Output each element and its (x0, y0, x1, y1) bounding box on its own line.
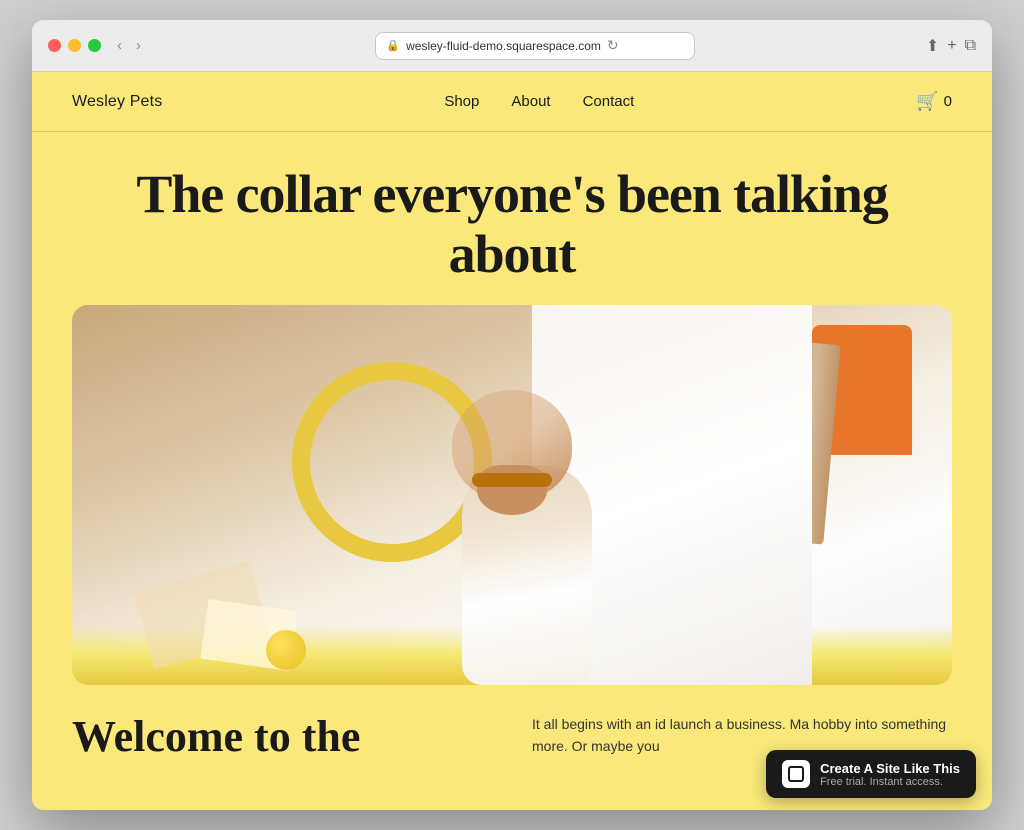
copy-button[interactable]: ⧉ (965, 37, 976, 55)
browser-navigation: ‹ › (113, 35, 145, 56)
browser-chrome: ‹ › 🔒 wesley-fluid-demo.squarespace.com … (32, 20, 992, 72)
forward-button[interactable]: › (132, 35, 145, 56)
share-button[interactable]: ⬆ (926, 36, 939, 56)
minimize-button[interactable] (68, 39, 81, 52)
yellow-ball (266, 630, 306, 670)
nav-links: Shop About Contact (444, 93, 634, 110)
maximize-button[interactable] (88, 39, 101, 52)
dog-figure (442, 385, 612, 685)
cart-count: 0 (944, 93, 952, 110)
brand-name: Wesley Pets (72, 93, 162, 111)
hero-section: The collar everyone's been talking about (32, 132, 992, 305)
reload-icon[interactable]: ↻ (607, 37, 619, 54)
squarespace-main-text: Create A Site Like This (820, 761, 960, 776)
nav-shop[interactable]: Shop (444, 93, 479, 110)
dog-collar (472, 473, 552, 487)
back-button[interactable]: ‹ (113, 35, 126, 56)
squarespace-sub-text: Free trial. Instant access. (820, 776, 960, 788)
cart-area[interactable]: 🛒 0 (916, 91, 952, 112)
hero-image (72, 305, 952, 685)
dog-scene (72, 305, 952, 685)
welcome-title: Welcome to the (72, 713, 492, 790)
nav-about[interactable]: About (511, 93, 550, 110)
website-content: Wesley Pets Shop About Contact 🛒 0 The c… (32, 72, 992, 810)
squarespace-logo-inner (788, 766, 804, 782)
squarespace-banner[interactable]: Create A Site Like This Free trial. Inst… (766, 750, 976, 798)
squarespace-logo (782, 760, 810, 788)
browser-actions: ⬆ + ⧉ (926, 36, 976, 56)
nav-contact[interactable]: Contact (583, 93, 635, 110)
lock-icon: 🔒 (386, 39, 400, 52)
traffic-lights (48, 39, 101, 52)
cart-icon: 🛒 (916, 91, 938, 112)
hero-title: The collar everyone's been talking about (72, 164, 952, 285)
address-bar[interactable]: 🔒 wesley-fluid-demo.squarespace.com ↻ (375, 32, 695, 60)
new-tab-button[interactable]: + (947, 37, 956, 55)
url-text: wesley-fluid-demo.squarespace.com (406, 39, 601, 53)
address-bar-wrap: 🔒 wesley-fluid-demo.squarespace.com ↻ (157, 32, 914, 60)
site-nav: Wesley Pets Shop About Contact 🛒 0 (32, 72, 992, 132)
close-button[interactable] (48, 39, 61, 52)
browser-window: ‹ › 🔒 wesley-fluid-demo.squarespace.com … (32, 20, 992, 810)
squarespace-text: Create A Site Like This Free trial. Inst… (820, 761, 960, 788)
